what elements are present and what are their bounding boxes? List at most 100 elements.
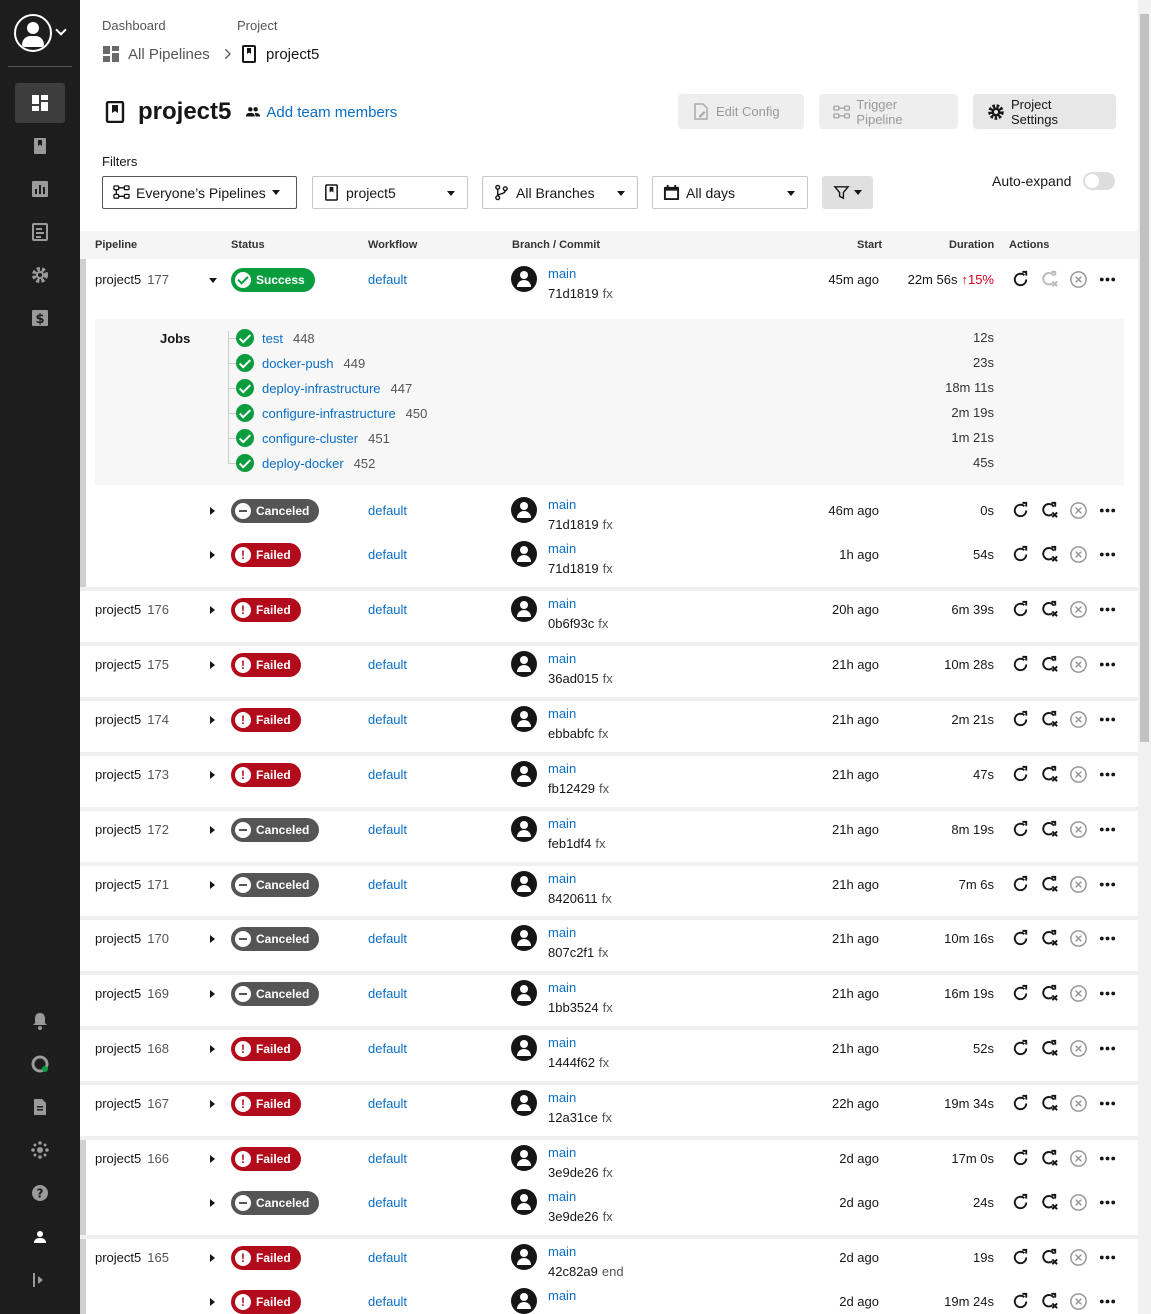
edit-config-button[interactable]: Edit Config [678, 94, 804, 129]
rerun-failed-icon[interactable] [1039, 654, 1060, 675]
breadcrumb-all-pipelines[interactable]: All Pipelines [128, 46, 210, 63]
workflow-link[interactable]: default [368, 1294, 407, 1309]
cancel-icon[interactable] [1068, 928, 1089, 949]
rerun-icon[interactable] [1010, 544, 1031, 565]
rerun-failed-icon[interactable] [1039, 709, 1060, 730]
branches-filter-dropdown[interactable]: All Branches [482, 176, 638, 209]
cancel-icon[interactable] [1068, 819, 1089, 840]
more-options-icon[interactable] [1097, 1038, 1118, 1059]
rerun-failed-icon[interactable] [1039, 1148, 1060, 1169]
rerun-icon[interactable] [1010, 599, 1031, 620]
rerun-icon[interactable] [1010, 1148, 1031, 1169]
workflow-link[interactable]: default [368, 1195, 407, 1210]
expand-caret-icon[interactable] [210, 507, 215, 515]
cancel-icon[interactable] [1068, 1148, 1089, 1169]
workflow-link[interactable]: default [368, 767, 407, 782]
pipeline-project-name[interactable]: project5 [95, 877, 141, 892]
rerun-failed-icon[interactable] [1039, 544, 1060, 565]
pipeline-project-name[interactable]: project5 [95, 657, 141, 672]
cancel-icon[interactable] [1068, 500, 1089, 521]
workflow-link[interactable]: default [368, 1151, 407, 1166]
expand-caret-icon[interactable] [210, 771, 215, 779]
scrollbar-thumb[interactable] [1140, 14, 1149, 742]
rerun-failed-icon[interactable] [1039, 928, 1060, 949]
branch-link[interactable]: main [548, 1035, 576, 1050]
status-badge[interactable]: Canceled [231, 927, 320, 951]
settings-gear-icon[interactable] [15, 255, 65, 295]
job-name-link[interactable]: docker-push [262, 356, 334, 371]
workflow-link[interactable]: default [368, 877, 407, 892]
rerun-icon[interactable] [1010, 1291, 1031, 1312]
page-scrollbar[interactable] [1138, 0, 1151, 1314]
document-icon[interactable] [15, 1087, 65, 1127]
commit-info[interactable]: 3e9de26 fx [548, 1209, 613, 1224]
billing-dollar-icon[interactable]: $ [15, 298, 65, 338]
branch-link[interactable]: main [548, 1288, 576, 1303]
branch-link[interactable]: main [548, 816, 576, 831]
commit-hash[interactable]: 807c2f1 [548, 945, 594, 960]
rerun-icon[interactable] [1010, 928, 1031, 949]
commit-info[interactable]: feb1df4 fx [548, 836, 606, 851]
branch-link[interactable]: main [548, 706, 576, 721]
commit-hash[interactable]: fb12429 [548, 781, 595, 796]
job-name-link[interactable]: deploy-docker [262, 456, 344, 471]
rerun-failed-icon[interactable] [1039, 1192, 1060, 1213]
rerun-failed-icon[interactable] [1039, 764, 1060, 785]
branch-link[interactable]: main [548, 925, 576, 940]
commit-hash[interactable]: 71d1819 [548, 517, 599, 532]
rerun-failed-icon[interactable] [1039, 599, 1060, 620]
job-name-link[interactable]: deploy-infrastructure [262, 381, 381, 396]
rerun-icon[interactable] [1010, 269, 1031, 290]
expand-caret-icon[interactable] [210, 990, 215, 998]
cancel-icon[interactable] [1068, 709, 1089, 730]
cancel-icon[interactable] [1068, 874, 1089, 895]
rerun-failed-icon[interactable] [1039, 874, 1060, 895]
rerun-failed-icon[interactable] [1039, 1247, 1060, 1268]
workflow-link[interactable]: default [368, 602, 407, 617]
branch-link[interactable]: main [548, 266, 576, 281]
branch-link[interactable]: main [548, 1244, 576, 1259]
expand-caret-icon[interactable] [210, 1045, 215, 1053]
rerun-icon[interactable] [1010, 500, 1031, 521]
rerun-icon[interactable] [1010, 1038, 1031, 1059]
pipeline-project-name[interactable]: project5 [95, 272, 141, 287]
trigger-pipeline-button[interactable]: Trigger Pipeline [819, 94, 958, 129]
status-badge[interactable]: Failed [231, 763, 301, 787]
status-badge[interactable]: Failed [231, 1290, 301, 1314]
job-name-link[interactable]: test [262, 331, 283, 346]
commit-hash[interactable]: 12a31ce [548, 1110, 598, 1125]
expand-caret-icon[interactable] [210, 551, 215, 559]
cancel-icon[interactable] [1068, 269, 1089, 290]
job-item[interactable]: deploy-infrastructure 447 [236, 378, 412, 398]
notifications-bell-icon[interactable] [15, 1001, 65, 1041]
profile-icon[interactable] [15, 1217, 65, 1257]
status-badge[interactable]: Failed [231, 708, 301, 732]
status-gauge-icon[interactable] [15, 1044, 65, 1084]
commit-hash[interactable]: 3e9de26 [548, 1165, 599, 1180]
more-options-icon[interactable] [1097, 764, 1118, 785]
rerun-failed-icon[interactable] [1039, 1291, 1060, 1312]
more-options-icon[interactable] [1097, 544, 1118, 565]
commit-info[interactable]: 42c82a9 end [548, 1264, 624, 1279]
insights-icon[interactable] [15, 169, 65, 209]
job-item[interactable]: deploy-docker 452 [236, 453, 375, 473]
status-badge[interactable]: Canceled [231, 818, 320, 842]
workflow-link[interactable]: default [368, 1250, 407, 1265]
cancel-icon[interactable] [1068, 544, 1089, 565]
cancel-icon[interactable] [1068, 599, 1089, 620]
docs-icon[interactable] [15, 212, 65, 252]
pipeline-project-name[interactable]: project5 [95, 602, 141, 617]
status-badge[interactable]: Canceled [231, 873, 320, 897]
help-icon[interactable]: ? [15, 1173, 65, 1213]
project-settings-button[interactable]: Project Settings [973, 94, 1116, 129]
auto-expand-toggle[interactable] [1083, 172, 1116, 190]
collapse-sidebar-icon[interactable] [15, 1260, 65, 1300]
status-badge[interactable]: Canceled [231, 982, 320, 1006]
pipeline-name[interactable]: project5 165 [95, 1250, 169, 1265]
more-options-icon[interactable] [1097, 1148, 1118, 1169]
pipeline-name[interactable]: project5 169 [95, 986, 169, 1001]
commit-info[interactable]: 3e9de26 fx [548, 1165, 613, 1180]
rerun-icon[interactable] [1010, 654, 1031, 675]
rerun-icon[interactable] [1010, 1093, 1031, 1114]
rerun-failed-icon[interactable] [1039, 983, 1060, 1004]
